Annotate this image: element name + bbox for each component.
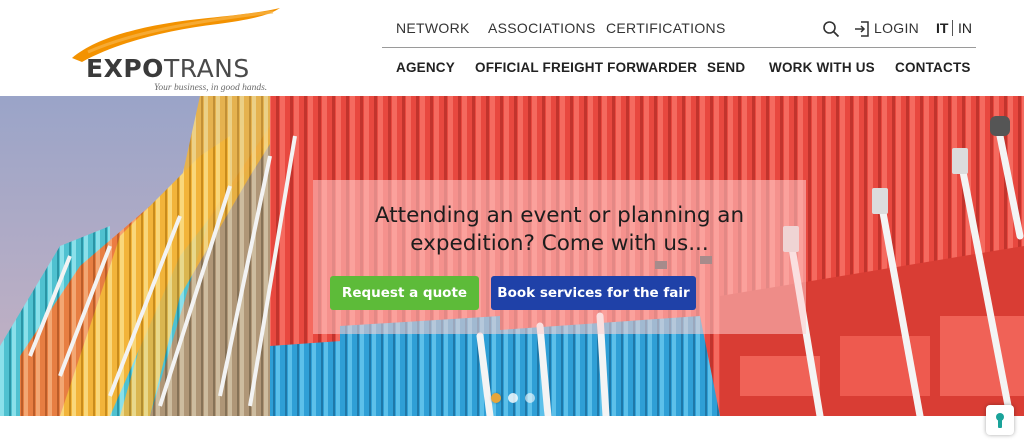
page: EXPOTRANS Your business, in good hands. … (0, 0, 1024, 444)
logo-text-expo: EXPO (86, 54, 164, 83)
nav-link-associations[interactable]: ASSOCIATIONS (488, 20, 596, 36)
lock-icon (996, 413, 1004, 428)
request-quote-button[interactable]: Request a quote (330, 276, 479, 310)
search-icon[interactable] (822, 20, 840, 38)
nav-link-certifications[interactable]: CERTIFICATIONS (606, 20, 726, 36)
nav-link-official-freight-forwarder[interactable]: OFFICIAL FREIGHT FORWARDER (475, 60, 697, 75)
lang-in[interactable]: IN (958, 20, 972, 36)
nav-link-network[interactable]: NETWORK (396, 20, 470, 36)
nav-link-contacts[interactable]: CONTACTS (895, 60, 971, 75)
hero-headline-line-1: Attending an event or planning an (374, 203, 745, 228)
nav-link-work-with-us[interactable]: WORK WITH US (769, 60, 875, 75)
hero-headline-line-2: expedition? Come with us... (410, 231, 709, 256)
slider-dot-3[interactable] (525, 393, 535, 403)
privacy-lock-button[interactable] (986, 405, 1014, 435)
login-icon[interactable] (854, 20, 870, 38)
site-header: EXPOTRANS Your business, in good hands. … (0, 0, 1024, 96)
logo-wordmark: EXPOTRANS (86, 54, 250, 83)
login-link[interactable]: LOGIN (874, 20, 919, 36)
hero-slider: Attending an event or planning an expedi… (0, 96, 1024, 416)
slider-dot-1[interactable] (491, 393, 501, 403)
lang-separator (952, 20, 953, 36)
nav-link-send[interactable]: SEND (707, 60, 745, 75)
nav-link-agency[interactable]: AGENCY (396, 60, 455, 75)
hero-headline: Attending an event or planning an expedi… (313, 202, 806, 258)
logo-text-trans: TRANS (163, 54, 250, 83)
lang-it[interactable]: IT (936, 20, 948, 36)
slider-dot-2[interactable] (508, 393, 518, 403)
hero-cta-panel: Attending an event or planning an expedi… (313, 180, 806, 334)
below-hero-area (0, 416, 1024, 444)
expotrans-logo[interactable]: EXPOTRANS Your business, in good hands. (68, 6, 288, 94)
top-nav: NETWORK ASSOCIATIONS CERTIFICATIONS LOGI… (382, 10, 976, 48)
book-fair-services-button[interactable]: Book services for the fair (491, 276, 696, 310)
logo-tagline: Your business, in good hands. (154, 83, 268, 93)
